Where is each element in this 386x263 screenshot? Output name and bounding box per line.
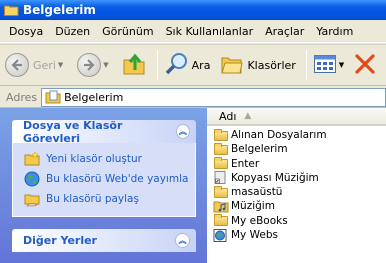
list-item[interactable]: My eBooks [213,214,386,228]
views-dropdown-icon[interactable]: ▼ [339,61,344,69]
folder-icon [213,157,229,170]
toolbar-separator [156,50,158,80]
music-folder-icon [213,200,229,213]
address-input[interactable]: Belgelerim [41,87,386,107]
folders-button[interactable]: Klasörler [220,47,296,83]
up-folder-icon [121,51,147,80]
menu-duzen[interactable]: Düzen [49,25,96,38]
column-label: Adı [219,109,237,123]
folder-icon [4,4,19,16]
sort-ascending-icon: ▲ [244,111,252,121]
task-pane: Dosya ve Klasör Görevleri ︽ Yeni klasör … [0,108,207,263]
window-title: Belgelerim [23,3,96,17]
menu-yardim[interactable]: Yardım [310,25,359,38]
menu-sik-kullanilanlar[interactable]: Sık Kullanılanlar [160,25,260,38]
file-name: Kopyası Müziğim [231,171,319,184]
list-item[interactable]: Kopyası Müziğim [213,171,386,185]
panel-title: Dosya ve Klasör Görevleri [23,118,123,145]
file-list-pane: Adı ▲ Alınan Dosyalarım Belgelerim Enter… [207,108,386,263]
up-folder-button[interactable] [121,47,147,83]
file-folder-tasks-panel: Dosya ve Klasör Görevleri ︽ Yeni klasör … [12,118,196,217]
panel-body: Yeni klasör oluştur Bu klasörü Web'de ya… [12,143,196,217]
documents-folder-icon [45,90,61,104]
views-icon [313,54,337,77]
search-icon [164,51,190,80]
file-name: Müziğim [231,200,275,213]
panel-title: Diğer Yerler [23,234,97,247]
file-name: Alınan Dosyalarım [231,129,327,141]
task-label: Bu klasörü paylaş [46,193,139,205]
file-name: My eBooks [231,214,288,227]
views-button[interactable]: ▼ [313,47,344,83]
folder-icon [213,214,229,227]
file-name: Belgelerim [231,143,288,156]
list-item[interactable]: Alınan Dosyalarım [213,128,386,142]
list-item[interactable]: My Webs [213,228,386,242]
file-name: My Webs [231,229,278,242]
file-list: Alınan Dosyalarım Belgelerim Enter Kopya… [207,126,386,242]
back-button[interactable]: Geri ▼ [5,47,63,83]
collapse-chevron-icon[interactable]: ︽ [175,233,190,248]
folders-label: Klasörler [247,58,296,72]
task-label: Yeni klasör oluştur [46,153,142,165]
back-arrow-icon [5,53,29,77]
shortcut-icon [213,171,229,185]
folder-icon [213,142,229,156]
forward-arrow-icon [77,53,102,77]
share-folder-icon [24,191,40,207]
title-bar[interactable]: Belgelerim [0,0,386,20]
folders-icon [220,53,244,78]
address-label: Adres [6,90,38,104]
task-publish-web[interactable]: Bu klasörü Web'de yayımla [24,169,189,189]
back-dropdown-icon[interactable]: ▼ [58,61,63,69]
delete-button[interactable] [354,47,376,83]
address-bar: Adres Belgelerim [0,87,386,108]
toolbar-separator [305,50,307,80]
menu-bar: Dosya Düzen Görünüm Sık Kullanılanlar Ar… [0,20,386,43]
file-name: Enter [231,157,260,170]
menu-dosya[interactable]: Dosya [3,25,49,38]
menu-gorunum[interactable]: Görünüm [96,25,159,38]
panel-header[interactable]: Diğer Yerler ︽ [12,229,196,252]
task-label: Bu klasörü Web'de yayımla [46,173,189,185]
folder-icon [213,128,229,142]
address-value: Belgelerim [64,90,124,104]
list-item[interactable]: Belgelerim [213,142,386,156]
list-item[interactable]: Enter [213,157,386,171]
folder-icon [213,185,229,199]
collapse-chevron-icon[interactable]: ︽ [175,124,190,139]
list-item[interactable]: masaüstü [213,185,386,199]
web-folder-icon [213,228,229,242]
forward-button[interactable]: ▼ [77,47,109,83]
file-name: masaüstü [231,186,283,199]
back-label: Geri [33,58,56,72]
toolbar: Geri ▼ ▼ Ara Klasörler ▼ [0,44,386,86]
close-icon [354,53,376,78]
other-places-panel: Diğer Yerler ︽ [12,229,196,252]
task-new-folder[interactable]: Yeni klasör oluştur [24,149,189,169]
list-item[interactable]: Müziğim [213,199,386,213]
search-label: Ara [191,58,211,72]
panel-header[interactable]: Dosya ve Klasör Görevleri ︽ [12,118,196,145]
forward-dropdown-icon[interactable]: ▼ [103,61,108,69]
globe-icon [24,171,40,187]
menu-araclar[interactable]: Araçlar [259,25,310,38]
new-folder-icon [24,151,40,167]
search-button[interactable]: Ara [164,47,211,83]
name-column-header[interactable]: Adı ▲ [207,108,386,126]
task-share-folder[interactable]: Bu klasörü paylaş [24,189,189,209]
